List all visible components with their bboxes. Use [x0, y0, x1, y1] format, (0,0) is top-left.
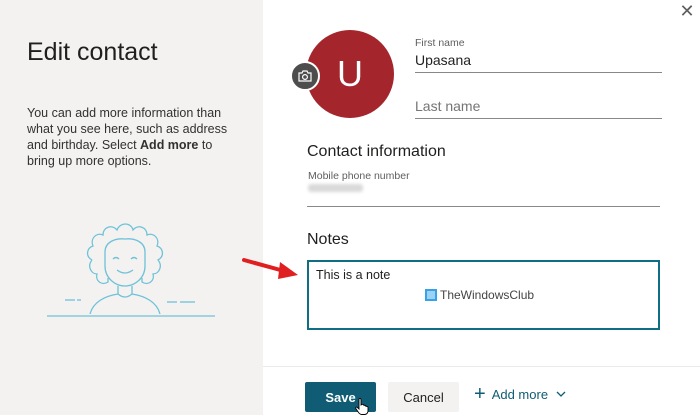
help-text: You can add more information than what y… — [27, 106, 228, 168]
first-name-underline — [415, 72, 662, 73]
red-arrow-icon — [242, 258, 298, 279]
plus-icon: + — [474, 383, 486, 405]
camera-icon[interactable] — [290, 61, 320, 91]
cancel-button[interactable]: Cancel — [388, 382, 459, 412]
page-title: Edit contact — [27, 38, 158, 66]
contact-info-title: Contact information — [307, 143, 446, 160]
notes-title: Notes — [307, 231, 349, 248]
first-name-label: First name — [415, 37, 465, 49]
left-panel: Edit contact You can add more informatio… — [0, 0, 263, 415]
last-name-input[interactable] — [415, 96, 662, 116]
first-name-input[interactable]: Upasana — [415, 52, 471, 68]
person-illustration-icon — [47, 223, 215, 317]
chevron-down-icon — [556, 391, 566, 397]
camera-glyph — [298, 70, 312, 82]
watermark-text: TheWindowsClub — [440, 288, 535, 302]
add-more-emphasis: Add more — [140, 138, 199, 152]
watermark: TheWindowsClub — [425, 288, 534, 302]
phone-value-redacted[interactable] — [308, 184, 363, 192]
add-more-button[interactable]: + Add more — [474, 383, 566, 405]
phone-underline — [307, 206, 660, 207]
last-name-underline — [415, 118, 662, 119]
watermark-logo-icon — [425, 289, 437, 301]
add-more-label: Add more — [491, 386, 549, 402]
hand-cursor-icon — [355, 398, 369, 415]
close-icon[interactable]: ✕ — [677, 2, 697, 22]
footer-divider — [263, 366, 700, 367]
phone-label: Mobile phone number — [308, 170, 410, 182]
notes-text: This is a note — [316, 268, 391, 282]
